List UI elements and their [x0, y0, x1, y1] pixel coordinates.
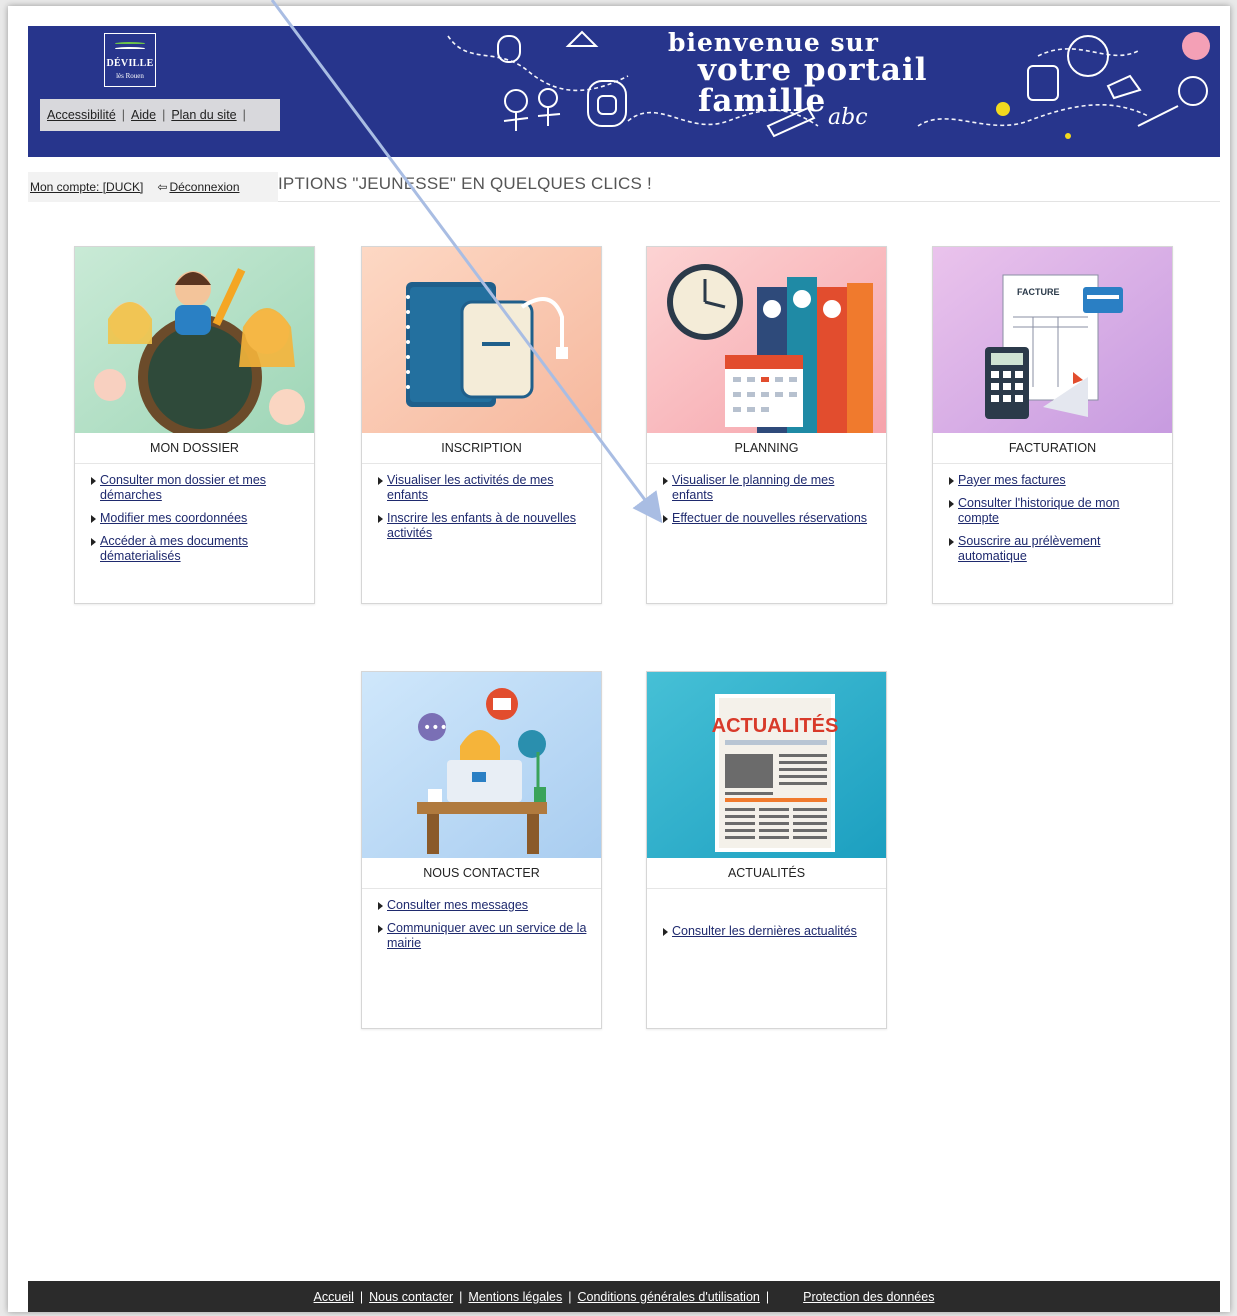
- enroll-children-link[interactable]: Inscrire les enfants à de nouvelles acti…: [387, 511, 576, 540]
- logout-link[interactable]: Déconnexion: [169, 180, 239, 194]
- sitemap-link[interactable]: Plan du site: [171, 108, 236, 122]
- contact-service-link[interactable]: Communiquer avec un service de la mairie: [387, 921, 586, 950]
- footer-contact-link[interactable]: Nous contacter: [369, 1290, 453, 1304]
- kids-illustration[interactable]: [75, 247, 314, 433]
- top-links: Accessibilité | Aide | Plan du site |: [40, 99, 280, 131]
- svg-text:FACTURE: FACTURE: [1017, 287, 1060, 297]
- page-headline: IPTIONS "JEUNESSE" EN QUELQUES CLICS !: [278, 174, 652, 193]
- school-doodles-illustration: abc: [447, 30, 1210, 139]
- tile-links: Payer mes factures Consulter l'historiqu…: [947, 473, 1162, 572]
- list-item: Accéder à mes documents dématerialisés: [89, 534, 304, 564]
- list-item: Payer mes factures: [947, 473, 1162, 488]
- newspaper-illustration[interactable]: ACTUALITÉS: [647, 672, 886, 858]
- tile-title: MON DOSSIER: [75, 433, 314, 464]
- footer-legal-link[interactable]: Mentions légales: [468, 1290, 562, 1304]
- list-item: Inscrire les enfants à de nouvelles acti…: [376, 511, 591, 541]
- svg-text:•••: •••: [423, 720, 448, 736]
- list-item: Consulter l'historique de mon compte: [947, 496, 1162, 526]
- footer-terms-link[interactable]: Conditions générales d'utilisation: [577, 1290, 759, 1304]
- pay-invoices-link[interactable]: Payer mes factures: [958, 473, 1066, 487]
- tile-inscription: INSCRIPTION Visualiser les activités de …: [361, 246, 602, 604]
- tile-mon-dossier: MON DOSSIER Consulter mon dossier et mes…: [74, 246, 315, 604]
- documents-link[interactable]: Accéder à mes documents dématerialisés: [100, 534, 248, 563]
- direct-debit-link[interactable]: Souscrire au prélèvement automatique: [958, 534, 1100, 563]
- invoice-illustration[interactable]: FACTURE: [933, 247, 1172, 433]
- tile-links: Consulter les dernières actualités: [661, 924, 876, 947]
- my-messages-link[interactable]: Consulter mes messages: [387, 898, 528, 912]
- calendar-illustration[interactable]: [647, 247, 886, 433]
- my-account-link[interactable]: Mon compte: [DUCK]: [30, 180, 143, 194]
- portal-page: abc DÉVILLE lès Rouen bienvenue sur votr…: [8, 6, 1230, 1312]
- list-item: Souscrire au prélèvement automatique: [947, 534, 1162, 564]
- tile-actualites: ACTUALITÉS ACTUALITÉS Consulter les dern…: [646, 671, 887, 1029]
- edit-contact-link[interactable]: Modifier mes coordonnées: [100, 511, 247, 525]
- welcome-title: bienvenue sur votre portail famille: [668, 28, 928, 119]
- help-link[interactable]: Aide: [131, 108, 156, 122]
- list-item: Modifier mes coordonnées: [89, 511, 304, 526]
- latest-news-link[interactable]: Consulter les dernières actualités: [672, 924, 857, 938]
- consult-dossier-link[interactable]: Consulter mon dossier et mes démarches: [100, 473, 266, 502]
- accessibility-link[interactable]: Accessibilité: [47, 108, 116, 122]
- header-banner: abc DÉVILLE lès Rouen bienvenue sur votr…: [28, 26, 1220, 157]
- tile-facturation: FACTURE FACTURATION Payer mes factures C…: [932, 246, 1173, 604]
- tile-title: ACTUALITÉS: [647, 858, 886, 889]
- footer-home-link[interactable]: Accueil: [314, 1290, 354, 1304]
- tile-title: INSCRIPTION: [362, 433, 601, 464]
- notebook-illustration[interactable]: [362, 247, 601, 433]
- footer: Accueil | Nous contacter | Mentions léga…: [28, 1281, 1220, 1312]
- list-item: Communiquer avec un service de la mairie: [376, 921, 591, 951]
- view-planning-link[interactable]: Visualiser le planning de mes enfants: [672, 473, 834, 502]
- tile-links: Visualiser le planning de mes enfants Ef…: [661, 473, 876, 534]
- svg-text:ACTUALITÉS: ACTUALITÉS: [712, 714, 839, 737]
- list-item: Consulter les dernières actualités: [661, 924, 876, 939]
- tile-nous-contacter: ••• NOUS CONTACTER Consulter mes message…: [361, 671, 602, 1029]
- new-reservations-link[interactable]: Effectuer de nouvelles réservations: [672, 511, 867, 525]
- tile-planning: PLANNING Visualiser le planning de mes e…: [646, 246, 887, 604]
- list-item: Consulter mes messages: [376, 898, 591, 913]
- deville-logo[interactable]: DÉVILLE lès Rouen: [104, 33, 156, 87]
- list-item: Visualiser le planning de mes enfants: [661, 473, 876, 503]
- tile-title: PLANNING: [647, 433, 886, 464]
- tile-title: NOUS CONTACTER: [362, 858, 601, 889]
- tile-links: Visualiser les activités de mes enfants …: [376, 473, 591, 549]
- tile-title: FACTURATION: [933, 433, 1172, 464]
- list-item: Visualiser les activités de mes enfants: [376, 473, 591, 503]
- list-item: Effectuer de nouvelles réservations: [661, 511, 876, 526]
- account-bar: Mon compte: [DUCK] ⇦ Déconnexion: [28, 172, 278, 202]
- contact-illustration[interactable]: •••: [362, 672, 601, 858]
- logout-icon: ⇦: [157, 180, 168, 194]
- tile-links: Consulter mon dossier et mes démarches M…: [89, 473, 304, 572]
- account-history-link[interactable]: Consulter l'historique de mon compte: [958, 496, 1120, 525]
- tile-links: Consulter mes messages Communiquer avec …: [376, 898, 591, 959]
- view-activities-link[interactable]: Visualiser les activités de mes enfants: [387, 473, 554, 502]
- list-item: Consulter mon dossier et mes démarches: [89, 473, 304, 503]
- footer-privacy-link[interactable]: Protection des données: [803, 1290, 934, 1304]
